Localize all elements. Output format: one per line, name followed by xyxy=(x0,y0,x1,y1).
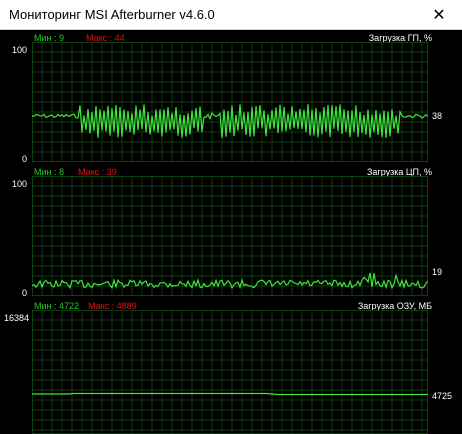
cpu-axis-min: 0 xyxy=(22,288,28,298)
monitor-content: Мин : 9 Макс : 44 Загрузка ГП, % 100 0 3… xyxy=(0,30,462,434)
cpu-current-value: 19 xyxy=(432,267,443,277)
close-icon[interactable]: ✕ xyxy=(416,0,462,30)
window-titlebar: Мониторинг MSI Afterburner v4.6.0 ✕ xyxy=(0,0,462,30)
graph-panel-gpu: Мин : 9 Макс : 44 Загрузка ГП, % 100 0 3… xyxy=(0,30,462,170)
window-title: Мониторинг MSI Afterburner v4.6.0 xyxy=(9,7,215,22)
cpu-axis-max: 100 xyxy=(12,179,28,189)
ram-usage-graph xyxy=(32,310,428,434)
gpu-current-value: 38 xyxy=(432,111,443,121)
usage-trace-line xyxy=(32,392,428,396)
gpu-axis-min: 0 xyxy=(22,154,28,164)
ram-axis-max: 16384 xyxy=(4,313,30,323)
ram-current-value: 4725 xyxy=(432,391,453,401)
gpu-usage-graph xyxy=(32,42,428,162)
cpu-usage-graph xyxy=(32,176,428,296)
usage-trace-line xyxy=(32,104,428,138)
graph-panel-ram: Мин : 4722 Макс : 4889 Загрузка ОЗУ, МБ … xyxy=(0,298,462,434)
graph-panel-cpu: Мин : 8 Макс : 39 Загрузка ЦП, % 100 0 1… xyxy=(0,164,462,304)
gpu-axis-max: 100 xyxy=(12,45,28,55)
